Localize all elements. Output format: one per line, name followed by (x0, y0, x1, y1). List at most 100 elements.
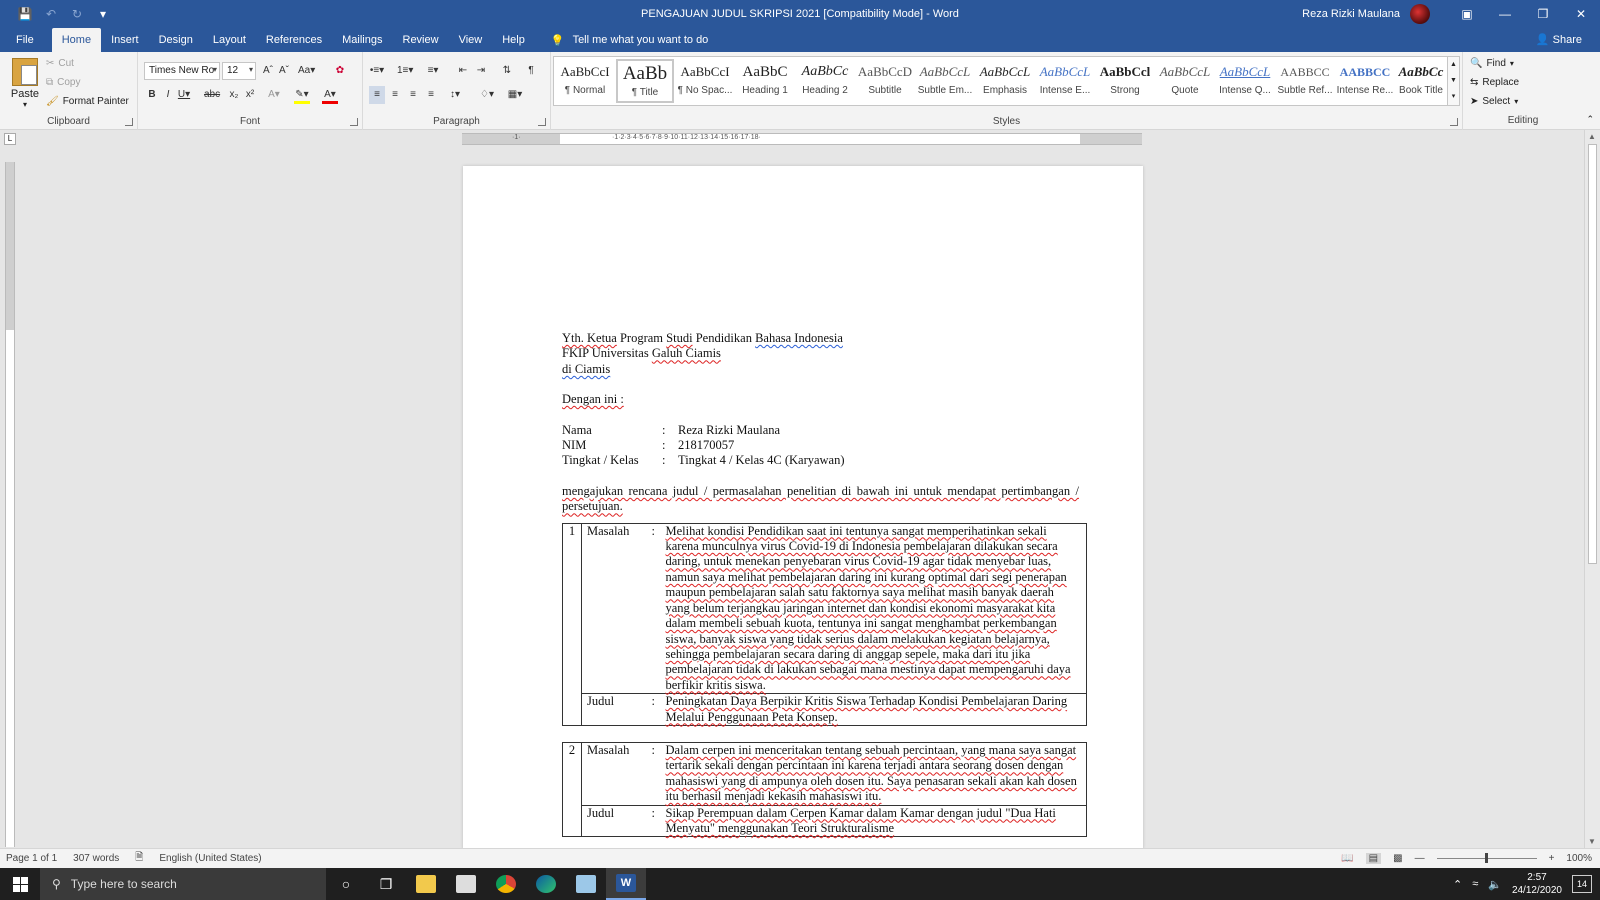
style-intense-quote[interactable]: AaBbCcL Intense Q... (1216, 59, 1274, 103)
style-emphasis[interactable]: AaBbCcL Emphasis (976, 59, 1034, 103)
numbering-icon[interactable]: 1≡▾ (397, 62, 413, 80)
store-icon[interactable] (446, 868, 486, 900)
justify-icon[interactable]: ≡ (423, 86, 439, 104)
notifications-icon[interactable]: 14 (1572, 875, 1592, 893)
zoom-slider[interactable] (1436, 853, 1537, 863)
tab-references[interactable]: References (256, 28, 332, 52)
style-subtle-emphasis[interactable]: AaBbCcL Subtle Em... (916, 59, 974, 103)
share-button[interactable]: 👤 Share (1536, 28, 1582, 52)
customize-qat-icon[interactable]: ▾ (92, 4, 114, 24)
font-color-icon[interactable]: A▾ (322, 86, 338, 104)
tell-me-search[interactable]: 💡 Tell me what you want to do (551, 28, 708, 52)
tab-view[interactable]: View (449, 28, 493, 52)
zoom-in-icon[interactable]: + (1549, 853, 1555, 864)
document-page[interactable]: Yth. Ketua Program Studi Pendidikan Baha… (463, 166, 1143, 849)
find-button[interactable]: 🔍 Find ▾ (1470, 58, 1514, 69)
style-subtle-reference[interactable]: AABBCC Subtle Ref... (1276, 59, 1334, 103)
tab-mailings[interactable]: Mailings (332, 28, 392, 52)
close-button[interactable]: ✕ (1562, 0, 1600, 28)
taskbar-search[interactable]: ⚲ Type here to search (40, 868, 326, 900)
chrome-icon[interactable] (486, 868, 526, 900)
shading-icon[interactable]: ♢▾ (479, 86, 495, 104)
print-layout-icon[interactable]: ▤ (1365, 853, 1382, 864)
redo-icon[interactable]: ↻ (66, 4, 88, 24)
web-layout-icon[interactable]: ▩ (1393, 853, 1402, 864)
horizontal-ruler[interactable]: ·1· ·1·2·3·4·5·6·7·8·9·10·11·12·13·14·15… (462, 133, 1142, 145)
strikethrough-icon[interactable]: abc (204, 86, 220, 104)
ribbon-display-options-icon[interactable]: ▣ (1448, 0, 1486, 28)
multilevel-list-icon[interactable]: ≡▾ (425, 62, 441, 80)
tab-help[interactable]: Help (492, 28, 535, 52)
restore-button[interactable]: ❐ (1524, 0, 1562, 28)
font-launcher-icon[interactable] (350, 118, 358, 126)
show-formatting-marks-icon[interactable]: ¶ (523, 62, 539, 80)
notepad-icon[interactable] (566, 868, 606, 900)
file-explorer-icon[interactable] (406, 868, 446, 900)
clock[interactable]: 2:57 24/12/2020 (1512, 871, 1562, 897)
vertical-scrollbar[interactable]: ▲ ▼ (1584, 130, 1600, 848)
subscript-icon[interactable]: x₂ (226, 86, 242, 104)
paste-button[interactable]: Paste ▾ (8, 58, 42, 109)
start-button[interactable] (0, 868, 40, 900)
task-view-icon[interactable]: ❐ (366, 868, 406, 900)
proofing-icon[interactable]: 🗎 (135, 850, 143, 867)
highlight-icon[interactable]: ✎▾ (294, 86, 310, 104)
select-button[interactable]: ➤ Select ▾ (1470, 96, 1518, 107)
collapse-ribbon-icon[interactable]: ⌃ (1586, 114, 1594, 125)
style-book-title[interactable]: AaBbCc Book Title (1396, 59, 1446, 103)
chevron-up-icon[interactable]: ⌃ (1453, 878, 1462, 891)
tab-home[interactable]: Home (51, 28, 102, 52)
user-name[interactable]: Reza Rizki Maulana (1302, 8, 1400, 20)
scroll-down-icon[interactable]: ▼ (1588, 837, 1596, 846)
tab-selector-icon[interactable]: L (4, 133, 16, 145)
cut-button[interactable]: ✂ Cut (46, 58, 74, 69)
volume-icon[interactable]: 🔈 (1488, 878, 1502, 891)
minimize-button[interactable]: — (1486, 0, 1524, 28)
zoom-out-icon[interactable]: — (1415, 853, 1425, 864)
borders-icon[interactable]: ▦▾ (507, 86, 523, 104)
edge-icon[interactable] (526, 868, 566, 900)
word-icon[interactable]: W (606, 868, 646, 900)
style-title[interactable]: AaBb ¶ Title (616, 59, 674, 103)
style-heading-2[interactable]: AaBbCc Heading 2 (796, 59, 854, 103)
increase-indent-icon[interactable]: ⇥ (473, 62, 489, 80)
more-styles-icon[interactable]: ▾ (1448, 89, 1459, 105)
tab-insert[interactable]: Insert (101, 28, 149, 52)
vertical-ruler[interactable] (5, 162, 15, 847)
bullets-icon[interactable]: •≡▾ (369, 62, 385, 80)
network-icon[interactable]: ≈ (1472, 878, 1478, 890)
styles-launcher-icon[interactable] (1450, 118, 1458, 126)
tab-file[interactable]: File (0, 28, 52, 52)
word-count[interactable]: 307 words (73, 853, 119, 864)
sort-icon[interactable]: ⇅ (499, 62, 515, 80)
copy-button[interactable]: ⧉ Copy (46, 77, 81, 88)
align-left-icon[interactable]: ≡ (369, 86, 385, 104)
undo-icon[interactable]: ↶ (40, 4, 62, 24)
underline-icon[interactable]: U▾ (176, 86, 192, 104)
tab-design[interactable]: Design (149, 28, 203, 52)
avatar[interactable] (1410, 4, 1430, 24)
style-heading-1[interactable]: AaBbC Heading 1 (736, 59, 794, 103)
clear-formatting-icon[interactable]: ✿ (332, 62, 348, 80)
clipboard-launcher-icon[interactable] (125, 118, 133, 126)
scroll-up-icon[interactable]: ▲ (1588, 132, 1596, 141)
align-center-icon[interactable]: ≡ (387, 86, 403, 104)
style-intense-reference[interactable]: AABBCC Intense Re... (1336, 59, 1394, 103)
read-mode-icon[interactable]: 📖 (1341, 853, 1353, 864)
style-normal[interactable]: AaBbCcI ¶ Normal (556, 59, 614, 103)
shrink-font-icon[interactable]: Aˇ (276, 62, 292, 80)
grow-font-icon[interactable]: Aˆ (260, 62, 276, 80)
document-body[interactable]: Yth. Ketua Program Studi Pendidikan Baha… (562, 331, 1087, 838)
style-intense-emphasis[interactable]: AaBbCcL Intense E... (1036, 59, 1094, 103)
save-icon[interactable]: 💾 (14, 4, 36, 24)
styles-scroll[interactable]: ▲ ▼ ▾ (1448, 56, 1460, 106)
decrease-indent-icon[interactable]: ⇤ (455, 62, 471, 80)
language[interactable]: English (United States) (159, 853, 261, 864)
chevron-down-icon[interactable]: ▼ (1448, 73, 1459, 89)
tab-review[interactable]: Review (393, 28, 449, 52)
zoom-level[interactable]: 100% (1566, 853, 1592, 864)
paragraph-launcher-icon[interactable] (538, 118, 546, 126)
align-right-icon[interactable]: ≡ (405, 86, 421, 104)
style-strong[interactable]: AaBbCcl Strong (1096, 59, 1154, 103)
tab-layout[interactable]: Layout (203, 28, 256, 52)
